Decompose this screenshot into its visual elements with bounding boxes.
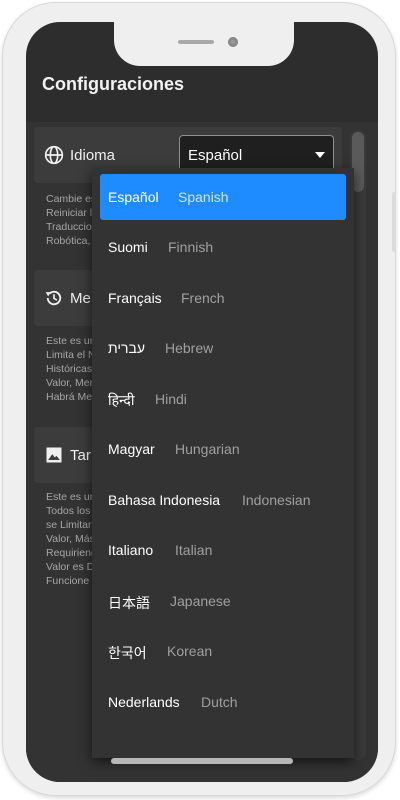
image-icon	[46, 447, 62, 463]
side-button	[392, 192, 396, 252]
option-native-name: 日本語	[108, 595, 150, 611]
language-option[interactable]: עברית Hebrew	[100, 325, 346, 371]
option-native-name: Bahasa Indonesia	[108, 492, 221, 508]
language-option[interactable]: Suomi Finnish	[100, 224, 346, 270]
language-option[interactable]: 日本語 Japanese	[100, 578, 346, 624]
option-native-name: 한국어	[108, 645, 147, 661]
option-english-name: Japanese	[170, 593, 231, 609]
option-english-name: Indonesian	[242, 492, 311, 508]
option-native-name: हिन्दी	[108, 392, 135, 408]
setting-label-memory: Me	[70, 290, 91, 307]
setting-description-memory: Este es ur Limita el N Históricas Valor,…	[46, 335, 96, 403]
setting-description-language: Cambie es Reiniciar l Traduccio Robótica…	[46, 193, 97, 247]
option-english-name: Hindi	[155, 391, 187, 407]
option-english-name: French	[181, 290, 225, 306]
language-dropdown-menu: Español Spanish Suomi Finnish Français F…	[92, 168, 354, 758]
language-option[interactable]: Nederlands Dutch	[100, 679, 346, 725]
language-option[interactable]: हिन्दी Hindi	[100, 376, 346, 422]
option-english-name: Hungarian	[175, 441, 240, 457]
option-english-name: Spanish	[178, 189, 229, 205]
app-screen: Configuraciones Idioma Cambie es Reinici…	[26, 22, 378, 782]
option-native-name: עברית	[108, 340, 146, 356]
option-native-name: Español	[108, 189, 159, 205]
option-english-name: Dutch	[201, 694, 238, 710]
option-native-name: Italiano	[108, 542, 154, 558]
setting-label-image-size: Tar	[70, 447, 91, 464]
language-option[interactable]: Bahasa Indonesia Indonesian	[100, 477, 346, 523]
option-english-name: Korean	[167, 643, 213, 659]
globe-icon	[44, 145, 64, 165]
option-native-name: Français	[108, 290, 162, 306]
setting-description-image-size: Este es ur Todos los se Limitar Valor, M…	[46, 491, 97, 587]
language-option[interactable]: Français French	[100, 275, 346, 321]
option-native-name: Nederlands	[108, 694, 180, 710]
language-option[interactable]: Español Spanish	[100, 174, 346, 220]
notch	[114, 22, 294, 66]
setting-label-language: Idioma	[70, 147, 116, 164]
option-native-name: Magyar	[108, 441, 155, 457]
history-icon	[45, 290, 62, 306]
option-english-name: Hebrew	[165, 340, 214, 356]
language-option[interactable]: 한국어 Korean	[100, 628, 346, 674]
page-title: Configuraciones	[42, 74, 185, 94]
option-native-name: Suomi	[108, 239, 148, 255]
language-select-value: Español	[188, 147, 243, 164]
language-option[interactable]: Magyar Hungarian	[100, 426, 346, 472]
option-english-name: Finnish	[168, 239, 214, 255]
home-indicator[interactable]	[111, 758, 293, 764]
camera-icon	[228, 37, 238, 47]
language-option[interactable]: Italiano Italian	[100, 527, 346, 573]
option-english-name: Italian	[175, 542, 213, 558]
phone-frame: Configuraciones Idioma Cambie es Reinici…	[2, 2, 396, 796]
speaker	[178, 40, 214, 44]
chevron-down-icon	[315, 152, 325, 158]
